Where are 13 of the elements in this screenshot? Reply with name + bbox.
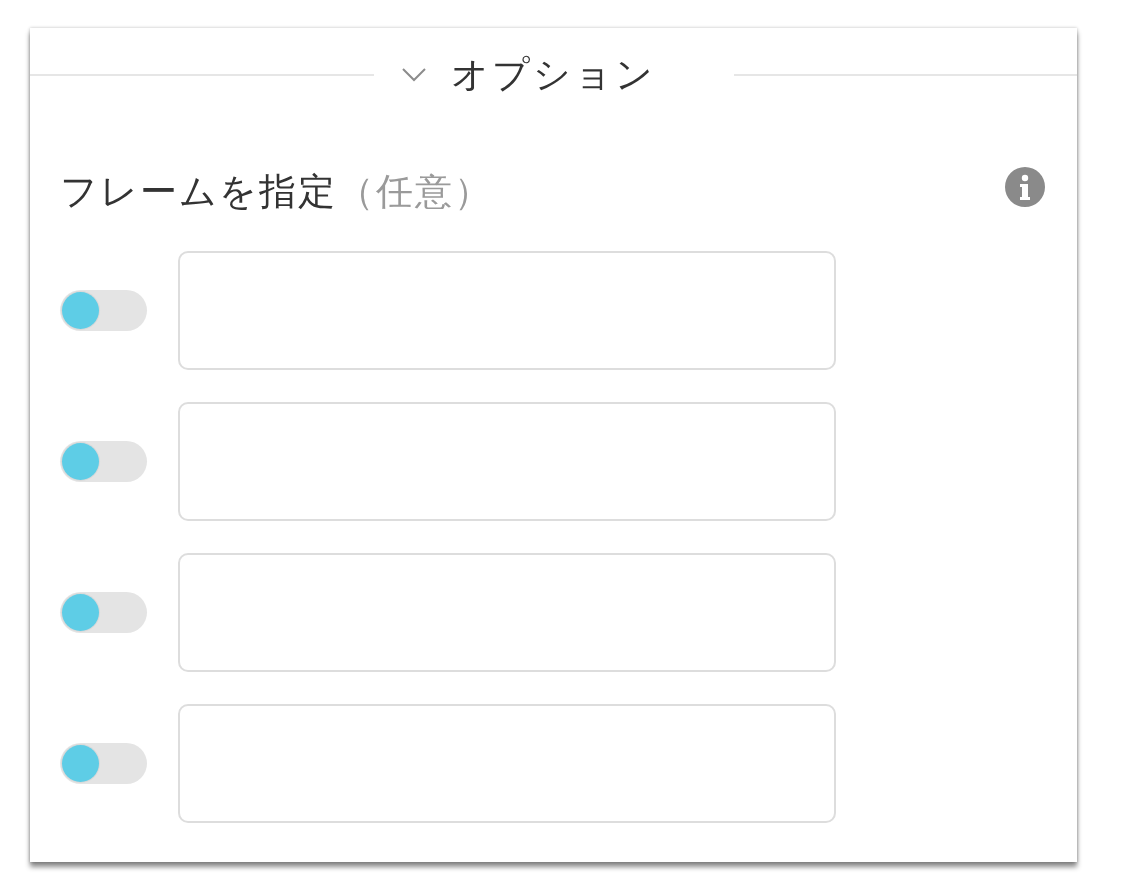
- field-label: フレームを指定: [60, 169, 337, 215]
- toggle-switch[interactable]: [60, 592, 147, 633]
- toggle-switch[interactable]: [60, 290, 147, 331]
- info-icon[interactable]: [1005, 167, 1045, 207]
- input-field[interactable]: [178, 402, 836, 521]
- input-field[interactable]: [178, 704, 836, 823]
- input-field[interactable]: [178, 553, 836, 672]
- toggle-switch[interactable]: [60, 743, 147, 784]
- toggle-switch[interactable]: [60, 441, 147, 482]
- section-toggle[interactable]: オプション: [401, 50, 656, 100]
- optional-note: （任意）: [337, 169, 493, 215]
- chevron-down-icon: [401, 68, 426, 82]
- input-field[interactable]: [178, 251, 836, 370]
